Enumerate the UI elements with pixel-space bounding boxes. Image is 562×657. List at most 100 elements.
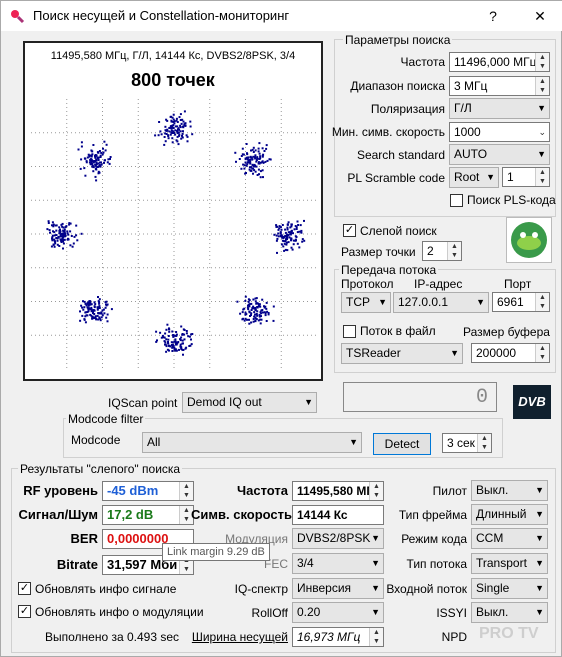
frame-type-select[interactable]: Длинный ▼	[471, 504, 548, 525]
constellation-point	[64, 226, 67, 229]
range-input[interactable]: 3 МГц ▲ ▼	[449, 76, 550, 96]
constellation-point	[69, 244, 72, 247]
constellation-point	[290, 239, 293, 242]
constellation-point	[294, 235, 297, 238]
constellation-point	[93, 301, 96, 304]
constellation-point	[300, 229, 303, 232]
detect-button[interactable]: Detect	[373, 433, 431, 455]
constellation-point	[241, 311, 244, 314]
input-stream-select[interactable]: Single ▼	[471, 578, 548, 599]
stream-type-select[interactable]: Transport ▼	[471, 553, 548, 574]
constellation-point	[160, 336, 163, 339]
constellation-point	[171, 346, 174, 349]
ip-select[interactable]: 127.0.0.1 ▼	[393, 292, 489, 313]
constellation-point	[72, 242, 75, 245]
issyi-select[interactable]: Выкл. ▼	[471, 602, 548, 623]
constellation-point	[58, 245, 61, 247]
constellation-point	[90, 303, 93, 306]
constellation-point	[57, 235, 60, 238]
constellation-point	[50, 245, 53, 248]
constellation-point	[90, 310, 93, 313]
min-sr-input[interactable]: 1000 ⌄	[449, 122, 550, 142]
constellation-point	[287, 234, 290, 237]
constellation-point	[54, 240, 56, 243]
constellation-point	[63, 238, 66, 241]
reader-select[interactable]: TSReader ▼	[341, 343, 463, 364]
constellation-point	[176, 131, 179, 134]
constellation-point	[98, 305, 101, 308]
iq-spectrum-label: IQ-спектр	[234, 582, 288, 596]
constellation-point	[265, 320, 268, 322]
constellation-point	[246, 153, 249, 156]
constellation-point	[286, 228, 289, 231]
constellation-point	[63, 231, 66, 234]
constellation-point	[90, 155, 93, 158]
fec-select[interactable]: 3/4 ▼	[292, 553, 384, 574]
constellation-point	[47, 222, 50, 224]
search-params-title: Параметры поиска	[343, 33, 453, 47]
constellation-point	[183, 338, 186, 341]
constellation-point	[159, 331, 162, 334]
constellation-point	[190, 338, 192, 341]
modcode-select[interactable]: All ▼	[142, 432, 362, 453]
constellation-point	[275, 239, 278, 242]
blind-search-checkbox[interactable]: ✓	[343, 224, 356, 237]
port-input[interactable]: 6961 ▲ ▼	[492, 292, 550, 312]
point-size-input[interactable]: 2 ▲ ▼	[422, 241, 462, 261]
stream-to-file-checkbox[interactable]	[343, 325, 356, 338]
constellation-point	[165, 350, 168, 353]
polarization-select[interactable]: Г/Л ▼	[449, 98, 550, 119]
modulation-select[interactable]: DVBS2/8PSK ▼	[292, 528, 384, 549]
constellation-point	[97, 318, 100, 321]
rf-level-value: -45 dBm ▲ ▼	[102, 481, 194, 501]
search-standard-select[interactable]: AUTO ▼	[449, 144, 550, 165]
constellation-point	[284, 228, 287, 231]
constellation-point	[80, 304, 83, 307]
iqscan-select[interactable]: Demod IQ out ▼	[182, 392, 317, 413]
constellation-point	[97, 312, 100, 315]
protocol-select[interactable]: TCP ▼	[341, 292, 391, 313]
constellation-point	[161, 334, 164, 337]
constellation-point	[299, 224, 302, 227]
constellation-point	[169, 115, 172, 118]
frequency-input[interactable]: 11496,000 МГц ▲ ▼	[449, 52, 550, 72]
constellation-point	[294, 225, 297, 227]
pls-mode-select[interactable]: Root ▼	[449, 167, 499, 188]
constellation-point	[248, 304, 251, 307]
code-mode-select[interactable]: CCM ▼	[471, 528, 548, 549]
update-signal-checkbox[interactable]: ✓	[18, 582, 31, 595]
constellation-point	[246, 306, 249, 309]
constellation-point	[280, 243, 283, 246]
constellation-point	[103, 161, 105, 164]
constellation-point	[61, 232, 64, 235]
constellation-point	[256, 314, 259, 317]
constellation-point	[249, 155, 252, 158]
snr-label: Сигнал/Шум	[18, 507, 99, 522]
constellation-point	[298, 246, 301, 249]
constellation-point	[254, 319, 257, 322]
constellation-point	[164, 332, 167, 335]
rolloff-select[interactable]: 0.20 ▼	[292, 602, 384, 623]
constellation-point	[265, 147, 268, 150]
buffer-size-input[interactable]: 200000 ▲ ▼	[471, 343, 550, 363]
help-button[interactable]: ?	[471, 1, 515, 31]
pilot-select[interactable]: Выкл. ▼	[471, 480, 548, 501]
close-button[interactable]: ✕	[518, 1, 562, 31]
constellation-point	[178, 134, 181, 137]
constellation-point	[174, 341, 177, 343]
detect-interval-input[interactable]: 3 сек ▲ ▼	[442, 433, 492, 453]
pls-search-checkbox[interactable]	[450, 194, 463, 207]
update-modulation-checkbox[interactable]: ✓	[18, 605, 31, 618]
iq-spectrum-select[interactable]: Инверсия ▼	[292, 578, 384, 599]
constellation-plot: 11495,580 МГц, Г/Л, 14144 Кс, DVBS2/8PSK…	[23, 41, 323, 381]
counter-display: 0	[343, 382, 497, 412]
constellation-point	[179, 338, 182, 341]
constellation-point	[190, 343, 193, 346]
pls-search-label: Поиск PLS-кода	[467, 193, 556, 207]
constellation-point	[51, 234, 54, 237]
constellation-point	[279, 235, 282, 238]
constellation-point	[259, 176, 262, 179]
constellation-point	[248, 299, 251, 302]
constellation-point	[300, 231, 303, 234]
pls-code-input[interactable]: 1 ▲ ▼	[502, 167, 550, 187]
